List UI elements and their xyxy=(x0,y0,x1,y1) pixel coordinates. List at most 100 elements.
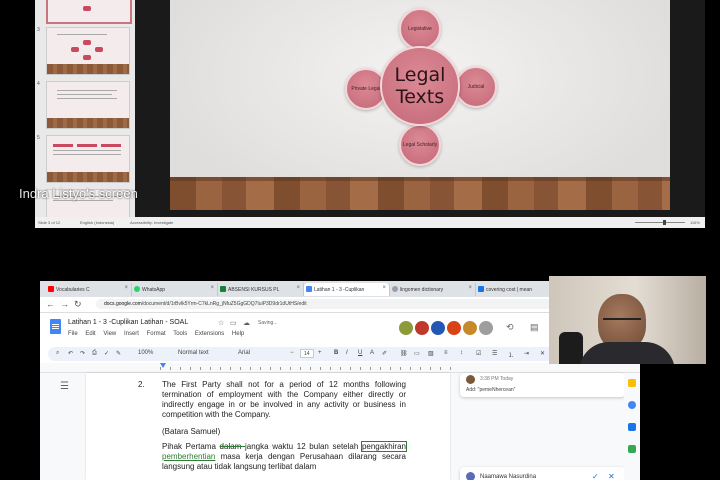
browser-tab[interactable]: Vocabularies C × xyxy=(46,283,132,296)
forward-arrow-icon[interactable]: → xyxy=(60,299,69,309)
clause-number: 2. xyxy=(138,380,145,389)
side-panel xyxy=(624,373,640,480)
bulleted-list-icon[interactable]: ☰ xyxy=(492,350,497,357)
clear-format-icon[interactable]: ✕ xyxy=(540,350,545,357)
keep-icon[interactable] xyxy=(628,379,636,387)
menu-insert[interactable]: Insert xyxy=(124,331,139,337)
document-page[interactable]: 2. The First Party shall not for a perio… xyxy=(86,373,450,480)
comment-icon[interactable]: ▤ xyxy=(530,322,539,333)
reload-icon[interactable]: ↻ xyxy=(74,299,82,310)
indent-marker[interactable] xyxy=(160,363,166,368)
browser-tab-active[interactable]: Latihan 1 - 3 -Cuplikan × xyxy=(304,283,390,296)
participant-video-tile xyxy=(549,276,706,364)
underline-icon[interactable]: U xyxy=(358,350,362,356)
menu-help[interactable]: Help xyxy=(232,331,244,337)
ruler[interactable] xyxy=(40,363,640,373)
style-select[interactable]: Normal text xyxy=(178,350,209,356)
slide-thumbnail[interactable] xyxy=(46,135,130,183)
translation-paragraph[interactable]: Pihak Pertama dalam jangka waktu 12 bula… xyxy=(162,441,408,472)
tasks-icon[interactable] xyxy=(628,401,636,409)
slide-thumbnail[interactable] xyxy=(46,81,130,129)
indent-icon[interactable]: ⇥ xyxy=(524,350,529,357)
history-icon[interactable]: ⟲ xyxy=(506,322,514,333)
suggested-deletion[interactable]: dalam xyxy=(220,442,245,451)
browser-tab[interactable]: WhatsApp × xyxy=(132,283,218,296)
avatar xyxy=(466,375,475,384)
close-icon[interactable]: × xyxy=(124,285,128,291)
collaborator-avatar[interactable] xyxy=(414,320,430,336)
highlight-icon[interactable]: ✐ xyxy=(382,350,387,357)
checklist-icon[interactable]: ☑ xyxy=(476,350,481,357)
accessibility-status[interactable]: Accessibility: Investigate xyxy=(130,220,173,225)
slide-canvas: Legislative Private Legal Judicial Legal… xyxy=(170,0,670,210)
close-icon[interactable]: × xyxy=(468,285,472,291)
document-outline-icon[interactable]: ☰ xyxy=(60,381,69,392)
move-folder-icon[interactable]: ▭ xyxy=(230,319,237,327)
menu-tools[interactable]: Tools xyxy=(173,331,187,337)
menu-extensions[interactable]: Extensions xyxy=(195,331,224,337)
spellcheck-icon[interactable]: ✓ xyxy=(104,350,109,357)
collaborator-avatar[interactable] xyxy=(446,320,462,336)
google-docs-logo-icon[interactable] xyxy=(50,319,61,334)
close-icon[interactable]: × xyxy=(296,285,300,291)
suggested-insertion[interactable]: pemberhentian xyxy=(162,452,215,461)
url-field[interactable]: docs.google.com/document/d/1rBvlk5Yrm-C7… xyxy=(96,299,556,309)
line-spacing-icon[interactable]: ↕ xyxy=(460,350,463,356)
back-arrow-icon[interactable]: ← xyxy=(46,299,55,309)
close-icon[interactable]: × xyxy=(382,285,386,291)
translator-name[interactable]: (Batara Samuel) xyxy=(162,427,220,436)
slide-thumbnail[interactable] xyxy=(46,27,130,75)
increase-size-icon[interactable]: + xyxy=(318,350,322,356)
browser-tab[interactable]: lingomen dictionary × xyxy=(390,283,476,296)
menu-bar: File Edit View Insert Format Tools Exten… xyxy=(68,331,250,337)
clause-text[interactable]: The First Party shall not for a period o… xyxy=(162,380,406,420)
commented-text[interactable]: pengakhiran xyxy=(360,441,408,452)
align-icon[interactable]: ≡ xyxy=(444,350,448,356)
collaborator-avatar[interactable] xyxy=(430,320,446,336)
link-icon[interactable]: ⛓ xyxy=(400,350,408,357)
print-icon[interactable]: ⎙ xyxy=(92,350,97,357)
google-icon xyxy=(392,286,398,292)
thumbnail-number: 4 xyxy=(37,81,40,87)
wood-floor-decoration xyxy=(170,177,670,210)
language-status[interactable]: English (Indonesia) xyxy=(80,220,114,225)
bold-icon[interactable]: B xyxy=(334,350,338,356)
comment-card[interactable]: Naamawa Nasurdina ✓ ✕ xyxy=(460,467,625,480)
undo-icon[interactable]: ↶ xyxy=(68,350,73,357)
video-chair xyxy=(559,332,583,364)
more-collaborators-badge[interactable] xyxy=(478,320,494,336)
menu-view[interactable]: View xyxy=(103,331,116,337)
font-size-input[interactable]: 14 xyxy=(300,349,314,358)
document-title[interactable]: Latihan 1 - 3 -Cuplikan Latihan - SOAL xyxy=(68,319,188,326)
search-icon[interactable]: ⌕ xyxy=(56,350,59,357)
slide-thumbnail-panel[interactable]: 3 4 5 xyxy=(35,0,135,217)
zoom-slider-handle[interactable] xyxy=(663,220,666,225)
maps-icon[interactable] xyxy=(628,445,636,453)
numbered-list-icon[interactable]: ⒈ xyxy=(508,350,514,359)
star-icon[interactable]: ☆ xyxy=(218,319,224,327)
menu-edit[interactable]: Edit xyxy=(85,331,95,337)
font-select[interactable]: Arial xyxy=(238,350,250,356)
accept-check-icon[interactable]: ✓ xyxy=(592,472,599,480)
redo-icon[interactable]: ↷ xyxy=(80,350,85,357)
italic-icon[interactable]: I xyxy=(346,350,348,356)
decrease-size-icon[interactable]: − xyxy=(290,350,294,356)
collaborator-avatar[interactable] xyxy=(398,320,414,336)
zoom-select[interactable]: 100% xyxy=(138,350,153,356)
reject-x-icon[interactable]: ✕ xyxy=(608,472,615,480)
add-comment-icon[interactable]: ▭ xyxy=(414,350,420,357)
image-icon[interactable]: ▨ xyxy=(428,350,434,357)
text-color-icon[interactable]: A xyxy=(370,350,374,356)
suggestion-card[interactable]: 3:38 PM Today Add: "pemeNhercean" xyxy=(460,373,625,397)
menu-format[interactable]: Format xyxy=(147,331,166,337)
docs-icon xyxy=(306,286,312,292)
collaborator-avatar[interactable] xyxy=(462,320,478,336)
close-icon[interactable]: × xyxy=(210,285,214,291)
menu-file[interactable]: File xyxy=(68,331,78,337)
slide-thumbnail[interactable] xyxy=(46,0,132,24)
contacts-icon[interactable] xyxy=(628,423,636,431)
paint-format-icon[interactable]: ✎ xyxy=(116,350,121,357)
browser-tab[interactable]: ABSENSI KURSUS PL × xyxy=(218,283,304,296)
zoom-slider[interactable] xyxy=(635,222,685,223)
comment-time: 3:38 PM Today xyxy=(480,376,514,382)
